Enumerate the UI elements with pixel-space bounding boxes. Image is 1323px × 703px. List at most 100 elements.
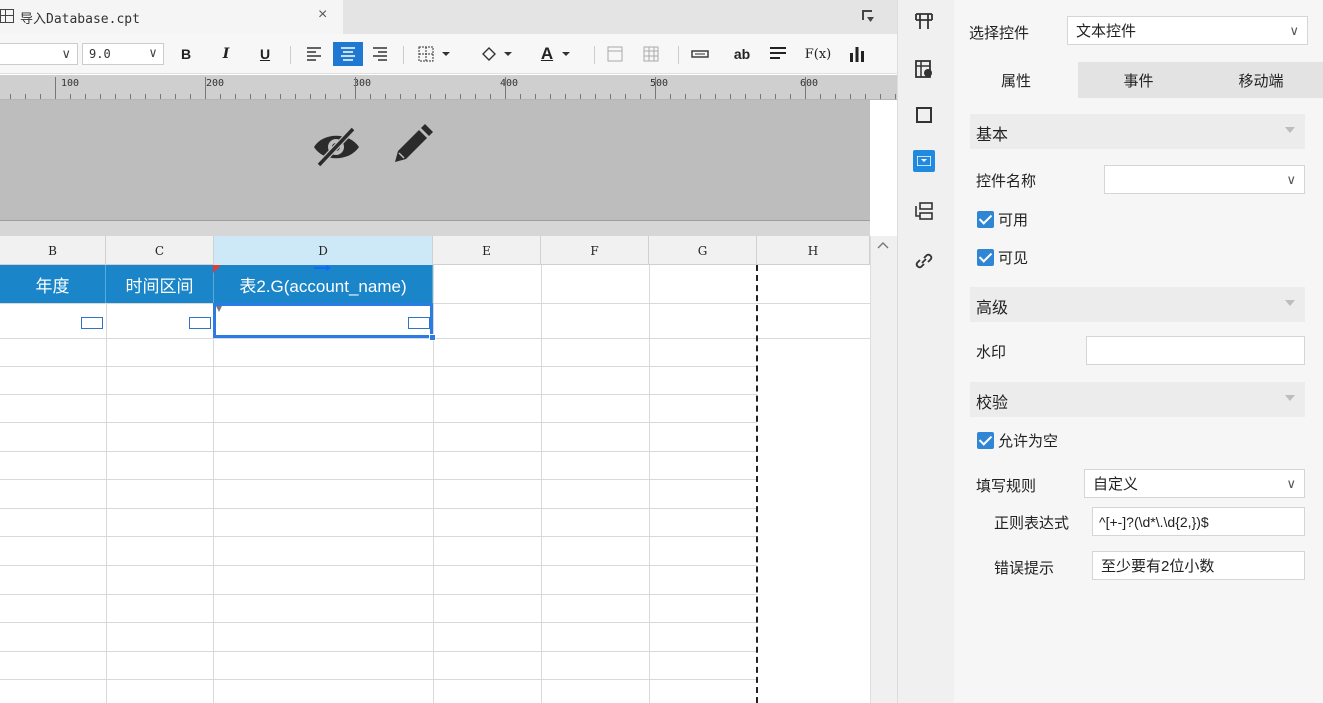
- selected-cell-d2[interactable]: [213, 303, 433, 338]
- section-advanced[interactable]: 高级: [970, 287, 1305, 322]
- font-color-glyph: A: [540, 44, 554, 63]
- document-tab-bar: 导入Database.cpt ×: [0, 0, 897, 34]
- bold-button[interactable]: B: [175, 42, 197, 66]
- section-basic[interactable]: 基本: [970, 114, 1305, 149]
- ruler-tick: [550, 94, 551, 99]
- ruler-tick: [445, 94, 446, 99]
- error-tip-input[interactable]: 至少要有2位小数: [1092, 551, 1305, 580]
- text-widget-marker[interactable]: [189, 317, 211, 329]
- ruler-tick: [55, 77, 56, 99]
- chart-icon[interactable]: [846, 42, 868, 66]
- floating-element-icon[interactable]: [913, 104, 935, 126]
- ruler-tick: [160, 94, 161, 99]
- vertical-scrollbar[interactable]: [870, 236, 897, 703]
- ruler-tick: [280, 94, 281, 99]
- control-name-combobox[interactable]: ∨: [1104, 165, 1305, 194]
- ruler-tick: [370, 94, 371, 99]
- allow-empty-checkbox[interactable]: [977, 432, 994, 449]
- condition-attributes-icon[interactable]: [913, 200, 935, 222]
- font-family-select[interactable]: ∨: [0, 43, 78, 65]
- fill-handle[interactable]: [429, 334, 436, 341]
- font-size-value: 9.0: [89, 47, 111, 61]
- ruler-tick: [475, 94, 476, 99]
- chevron-down-icon: ∨: [1289, 23, 1299, 38]
- regex-label: 正则表达式: [994, 515, 1070, 532]
- border-icon[interactable]: [414, 42, 458, 66]
- expand-right-arrow-icon: [314, 265, 331, 271]
- visible-checkbox[interactable]: [977, 249, 994, 266]
- enabled-checkbox[interactable]: [977, 211, 994, 228]
- ruler-tick: [130, 94, 131, 99]
- error-tip-value: 至少要有2位小数: [1101, 558, 1215, 575]
- regex-input[interactable]: ^[+-]?(\d*\.\d{2,})$: [1092, 507, 1305, 536]
- header-cell-time-range[interactable]: 时间区间: [106, 265, 214, 303]
- collapse-caret-icon: [1285, 127, 1295, 133]
- formula-button[interactable]: F(x): [803, 42, 833, 66]
- page-break-line: [756, 265, 758, 703]
- column-header-e[interactable]: E: [433, 236, 541, 265]
- fill-rule-select[interactable]: 自定义 ∨: [1084, 469, 1305, 498]
- close-tab-button[interactable]: ×: [318, 6, 327, 24]
- font-color-icon[interactable]: A: [533, 42, 581, 66]
- ruler-tick: [145, 94, 146, 99]
- hide-eye-icon[interactable]: [311, 124, 363, 170]
- grid-row-line: [0, 422, 757, 423]
- align-center-icon[interactable]: [333, 42, 363, 66]
- text-widget-button[interactable]: ab: [731, 42, 753, 66]
- ruler-tick: [295, 94, 296, 99]
- ruler-label: 100: [61, 78, 80, 89]
- fill-color-icon[interactable]: [476, 42, 520, 66]
- underline-button[interactable]: U: [254, 42, 276, 66]
- watermark-input[interactable]: [1086, 336, 1305, 365]
- hyperlink-icon[interactable]: [913, 250, 935, 272]
- scroll-up-icon[interactable]: [877, 240, 889, 252]
- tab-mobile[interactable]: 移动端: [1199, 62, 1323, 98]
- ruler-tick: [595, 94, 596, 99]
- split-cells-icon[interactable]: [640, 42, 662, 66]
- ruler-tick: [505, 77, 506, 99]
- header-cell-year[interactable]: 年度: [0, 265, 106, 303]
- merge-cells-icon[interactable]: [604, 42, 626, 66]
- ruler-tick: [205, 77, 206, 99]
- column-header-c[interactable]: C: [106, 236, 214, 265]
- column-header-f[interactable]: F: [541, 236, 649, 265]
- column-header-d[interactable]: D: [214, 236, 433, 265]
- toolbar-divider: [594, 46, 595, 64]
- italic-button[interactable]: I: [215, 42, 237, 66]
- cell-attributes-icon[interactable]: [913, 10, 935, 32]
- spreadsheet-grid[interactable]: 年度 时间区间 表2.G(account_name): [0, 265, 870, 703]
- column-header-h[interactable]: H: [757, 236, 870, 265]
- ruler-tick: [835, 94, 836, 99]
- control-type-select[interactable]: 文本控件 ∨: [1067, 16, 1308, 45]
- paragraph-icon[interactable]: [767, 42, 789, 66]
- tab-menu-icon[interactable]: [860, 8, 876, 24]
- grid-column-line: [433, 265, 434, 703]
- column-header-b[interactable]: B: [0, 236, 106, 265]
- ruler-tick: [115, 94, 116, 99]
- align-left-icon[interactable]: [302, 42, 326, 66]
- widget-settings-icon[interactable]: [913, 150, 935, 172]
- ruler-tick: [640, 94, 641, 99]
- grid-row-line: [0, 479, 757, 480]
- tab-events[interactable]: 事件: [1078, 62, 1199, 98]
- ruler-tick: [865, 94, 866, 99]
- tab-properties[interactable]: 属性: [954, 62, 1078, 98]
- section-validation[interactable]: 校验: [970, 382, 1305, 417]
- text-widget-marker[interactable]: [81, 317, 103, 329]
- ruler-tick: [535, 94, 536, 99]
- document-tab-title: 导入Database.cpt: [20, 12, 140, 27]
- toolbar-divider: [290, 46, 291, 64]
- edit-pencil-icon[interactable]: [387, 122, 435, 170]
- cell-element-icon[interactable]: [913, 58, 935, 80]
- column-header-g[interactable]: G: [649, 236, 757, 265]
- ruler-tick: [850, 94, 851, 99]
- grid-column-line: [649, 265, 650, 703]
- ruler-tick: [580, 94, 581, 99]
- ruler-tick: [745, 94, 746, 99]
- align-right-icon[interactable]: [368, 42, 392, 66]
- ruler-tick: [235, 94, 236, 99]
- ruler-tick: [100, 94, 101, 99]
- text-field-icon[interactable]: [689, 42, 711, 66]
- document-tab[interactable]: 导入Database.cpt ×: [0, 0, 343, 34]
- font-size-select[interactable]: 9.0 ∨: [82, 43, 164, 65]
